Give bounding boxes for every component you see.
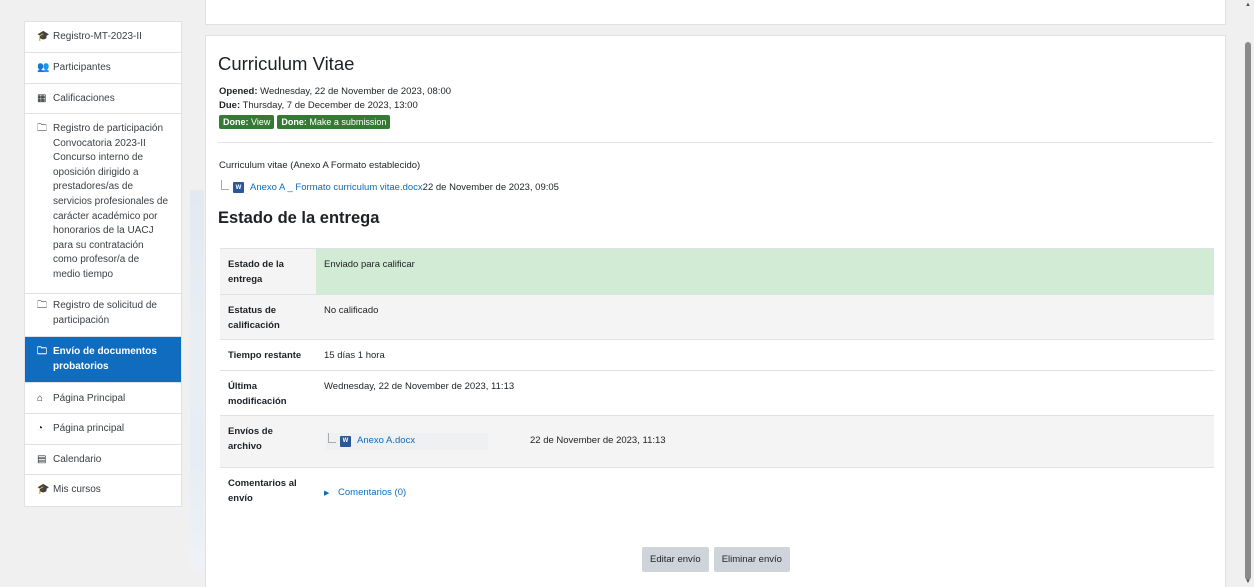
scroll-up-icon[interactable]: ▲ (1245, 2, 1251, 8)
page-scrollbar[interactable]: ▲ ▼ (1242, 0, 1254, 587)
calendar-icon: ▤ (37, 454, 47, 465)
table-row: Tiempo restante 15 días 1 hora (220, 339, 1214, 371)
sidebar-item-my-courses[interactable]: 🎓 Mis cursos (25, 475, 181, 506)
comments-toggle-link[interactable]: Comentarios (0) (338, 487, 406, 498)
folder-icon: 🗀 (37, 300, 47, 311)
word-file-icon: W (340, 435, 351, 447)
grading-status-value: No calificado (324, 305, 379, 316)
divider (218, 142, 1213, 143)
submission-status-heading: Estado de la entrega (218, 209, 380, 227)
table-icon: ▦ (37, 93, 47, 104)
file-submissions-cell: W Anexo A.docx 22 de November de 2023, 1… (316, 416, 1214, 468)
table-row: Estado de la entrega Enviado para califi… (220, 248, 1214, 295)
course-index-sidebar: 🎓 Registro-MT-2023-II 👥 Participantes ▦ … (24, 21, 182, 507)
row-label: Estado de la entrega (220, 248, 316, 295)
completion-badge-view: Done: View (219, 115, 275, 129)
table-row: Envíos de archivo W Anexo A.docx 22 de N… (220, 415, 1214, 468)
graduation-cap-icon: 🎓 (37, 484, 50, 495)
table-row: Comentarios al envío ▶ Comentarios (0) (220, 467, 1214, 528)
sidebar-item-label: Calificaciones (53, 93, 115, 104)
submission-status-value: Enviado para calificar (316, 248, 1214, 295)
background-decoration (190, 190, 204, 570)
tachometer-icon: ◔ (37, 423, 44, 434)
sidebar-item-participants[interactable]: 👥 Participantes (25, 53, 181, 84)
table-row: Última modificación Wednesday, 22 de Nov… (220, 370, 1214, 416)
assignment-card: Curriculum Vitae Opened: Wednesday, 22 d… (205, 35, 1226, 587)
sidebar-item-label: Página Principal (53, 393, 126, 404)
row-label: Última modificación (228, 381, 287, 407)
activity-dates: Opened: Wednesday, 22 de November de 202… (219, 85, 451, 112)
sidebar-item-calendar[interactable]: ▤ Calendario (25, 445, 181, 475)
caret-right-icon: ▶ (324, 490, 330, 497)
page-title: Curriculum Vitae (218, 53, 355, 74)
due-date: Due: Thursday, 7 de December de 2023, 13… (219, 99, 418, 111)
tree-connector (328, 433, 336, 444)
scrollbar-thumb[interactable] (1245, 42, 1251, 580)
submission-status-table: Estado de la entrega Enviado para califi… (220, 248, 1214, 528)
submitted-file: W Anexo A.docx 22 de November de 2023, 1… (326, 433, 666, 450)
submission-actions: Editar envío Eliminar envío (642, 547, 790, 572)
sidebar-item-label: Mis cursos (53, 484, 101, 495)
sidebar-item-label: Registro de solicitud de participación (53, 300, 157, 326)
tree-connector (221, 179, 229, 190)
sidebar-item-label: Calendario (53, 454, 102, 465)
sidebar-item-course[interactable]: 🎓 Registro-MT-2023-II (25, 22, 181, 53)
opened-date: Opened: Wednesday, 22 de November de 202… (219, 86, 452, 97)
submitted-file-link[interactable]: Anexo A.docx (357, 434, 415, 449)
sidebar-item-label: Registro de participación Convocatoria 2… (53, 123, 169, 280)
folder-icon: 🗀 (37, 346, 47, 357)
sidebar-item-label: Envío de documentos probatorios (53, 346, 157, 372)
row-label: Estatus de calificación (228, 305, 280, 331)
folder-icon: 🗀 (37, 123, 47, 134)
previous-card (205, 0, 1226, 25)
table-row: Estatus de calificación No calificado (220, 294, 1214, 340)
users-icon: 👥 (37, 62, 50, 73)
last-modified-value: Wednesday, 22 de November de 2023, 11:13 (324, 381, 515, 392)
comments-cell: ▶ Comentarios (0) (316, 468, 1214, 528)
scroll-down-icon[interactable]: ▼ (1245, 579, 1251, 585)
sidebar-item-grades[interactable]: ▦ Calificaciones (25, 84, 181, 114)
sidebar-item-label: Registro-MT-2023-II (53, 31, 142, 42)
sidebar-item-envio-documentos[interactable]: 🗀 Envío de documentos probatorios (25, 337, 181, 383)
remove-submission-button[interactable]: Eliminar envío (713, 547, 790, 572)
sidebar-item-registro-participacion[interactable]: 🗀 Registro de participación Convocatoria… (25, 114, 181, 294)
submitted-file-date: 22 de November de 2023, 11:13 (530, 435, 666, 446)
submitted-file-name: W Anexo A.docx (326, 433, 488, 450)
word-file-icon: W (233, 182, 244, 193)
completion-badges: Done: View Done: Make a submission (219, 115, 391, 129)
edit-submission-button[interactable]: Editar envío (642, 547, 709, 572)
intro-attachment-date: 22 de November de 2023, 09:05 (422, 182, 559, 193)
sidebar-item-label: Participantes (53, 62, 111, 73)
sidebar-item-pagina-principal[interactable]: ⌂ Página Principal (25, 383, 181, 414)
time-remaining-value: 15 días 1 hora (324, 350, 385, 361)
completion-badge-submission: Done: Make a submission (277, 115, 391, 129)
row-label: Envíos de archivo (228, 426, 273, 452)
intro-attachment: W Anexo A _ Formato curriculum vitae.doc… (221, 179, 559, 193)
row-label: Tiempo restante (228, 350, 302, 361)
home-icon: ⌂ (37, 393, 44, 404)
sidebar-item-label: Página principal (53, 423, 125, 434)
sidebar-item-dashboard[interactable]: ◔ Página principal (25, 414, 181, 445)
activity-description: Curriculum vitae (Anexo A Formato establ… (219, 160, 421, 171)
graduation-cap-icon: 🎓 (37, 31, 50, 42)
sidebar-item-registro-solicitud[interactable]: 🗀 Registro de solicitud de participación (25, 294, 181, 337)
row-label: Comentarios al envío (228, 478, 297, 504)
intro-attachment-link[interactable]: Anexo A _ Formato curriculum vitae.docx (250, 182, 423, 193)
